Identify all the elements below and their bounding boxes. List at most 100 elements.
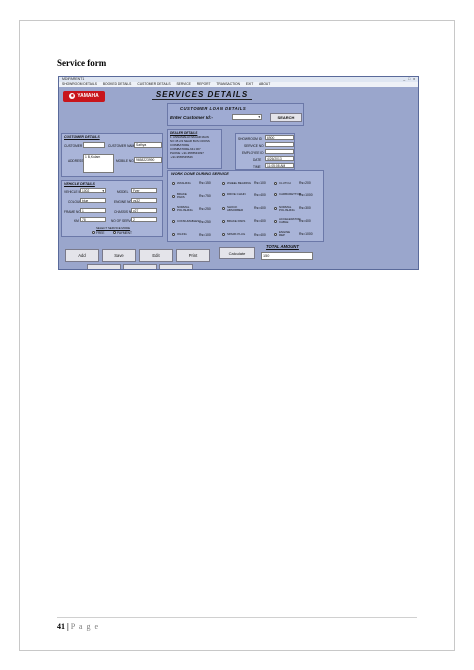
work-item-price: Rs=250 [199,207,211,211]
free-radio[interactable] [92,231,95,234]
vehicle-id-dropdown[interactable]: 1002 ▾ [80,188,106,193]
showroom-id-label: SHOWROOM ID [238,137,262,141]
work-item-price: Rs=100 [254,181,266,185]
work-item-checkbox[interactable] [222,233,225,236]
date-picker[interactable]: 4/26/2013 [265,156,294,161]
work-item-price: Rs=100 [199,233,211,237]
page-title: SERVICES DETAILS [152,90,252,100]
work-item-checkbox[interactable] [172,195,175,198]
menu-about[interactable]: ABOUT [259,82,270,86]
print-button[interactable]: Print [176,249,210,262]
window-title: MDIPARENT1 [62,77,85,81]
free-label: FREE [96,231,105,235]
work-item-checkbox[interactable] [274,207,277,210]
employee-id-field[interactable] [265,149,294,154]
tuning-fork-icon: ✱ [69,92,76,99]
calculate-button[interactable]: Calculate [219,247,255,259]
mobile-field[interactable]: 9658223990 [134,157,162,163]
time-field[interactable]: 11:05:08 AM [265,163,294,168]
work-item-label: SPARK PLUG [227,232,246,236]
edit-button[interactable]: Edit [139,249,173,262]
yamaha-logo: ✱ YAMAHA [63,91,105,102]
work-item-checkbox[interactable] [222,207,225,210]
model-label: MODEL [117,190,129,194]
page-label: P a g e [70,622,100,631]
menu-booked-details[interactable]: BOOKED DETAILS [103,82,132,86]
service-mode-title: SELECT SERVICE MODE [96,226,131,230]
menu-report[interactable]: REPORT [197,82,211,86]
work-item-checkbox[interactable] [274,193,277,196]
km-label: KM [74,219,79,223]
search-panel: CUSTOMER LOAN DETAILS Enter Customer Id:… [167,103,304,126]
time-label: TIME [253,165,261,169]
vehicle-details-title: VEHICLE DETAILS [64,182,95,186]
work-item-price: Rs=1000 [299,193,313,197]
customer-id-label: Enter Customer Id:- [170,115,213,120]
vehicle-details-panel: VEHICLE DETAILS VEHICLE ID 1002 ▾ MODEL F… [61,180,163,237]
work-item-checkbox[interactable] [172,233,175,236]
work-item-checkbox[interactable] [172,220,175,223]
work-item-checkbox[interactable] [274,182,277,185]
work-item-checkbox[interactable] [222,220,225,223]
payment-label: PAYMENT [117,231,132,235]
search-button[interactable]: SEARCH [270,113,302,122]
work-item-checkbox[interactable] [172,208,175,211]
payment-radio[interactable] [113,231,116,234]
menu-transaction[interactable]: TRANSACTION [216,82,240,86]
colour-field[interactable]: blue [80,198,106,203]
work-item-checkbox[interactable] [274,233,277,236]
work-item-label: NORMAL POLISHING [177,205,193,213]
add-button[interactable]: Add [65,249,99,262]
page-number-separator: | [67,622,69,631]
menu-exit[interactable]: EXIT [246,82,253,86]
model-field[interactable]: Fzer [131,188,157,193]
work-item-checkbox[interactable] [222,182,225,185]
customer-details-title: CUSTOMER DETAILS [64,135,100,139]
work-item-label: CARBURETTOR [279,192,301,196]
service-no-field[interactable] [265,142,294,147]
work-item-price: Rs=150 [199,181,211,185]
extra-button-2[interactable] [123,264,157,269]
showroom-id-field[interactable]: 6900 [265,135,294,140]
work-item-price: Rs=400 [254,219,266,223]
work-item-label: ACCELERATOR CABLE [279,217,301,225]
work-item-label: NORMAL POLISHING [279,205,295,213]
page-number-value: 41 [57,622,65,631]
menu-showroom-details[interactable]: SHOWROOM DETAILS [62,82,97,86]
menu-service[interactable]: SERVICE [176,82,190,86]
loan-header: CUSTOMER LOAN DETAILS [180,106,247,111]
customer-id-dropdown[interactable]: ▾ [232,114,262,120]
total-amount-label: TOTAL AMOUNT [266,244,299,249]
address-label: ADDRESS [68,159,84,163]
work-item-price: Rs=400 [254,193,266,197]
address-field[interactable]: 1 B,Kulam [83,154,114,173]
work-item-label: CONSUMABLES [177,219,200,223]
work-item-checkbox[interactable] [172,182,175,185]
work-item-price: Rs=750 [199,194,211,198]
customer-id-field[interactable] [83,142,105,148]
work-item-price: Rs=400 [299,219,311,223]
date-label: DATE [253,158,262,162]
document-heading: Service form [57,58,107,68]
work-item-label: CLUTCH [279,181,291,185]
service-count-field[interactable]: 2 [131,217,157,222]
extra-button-3[interactable] [159,264,193,269]
work-item-checkbox[interactable] [222,193,225,196]
work-item-label: DRIVE CHAIN [227,192,246,196]
total-amount-field[interactable]: 150 [261,252,313,260]
engine-no-field[interactable]: ys32 [131,198,157,203]
work-item-price: Rs=1000 [299,232,313,236]
logo-text: YAMAHA [77,93,99,99]
menu-customer-details[interactable]: CUSTOMER DETAILS [137,82,170,86]
work-item-checkbox[interactable] [274,220,277,223]
extra-button-1[interactable] [87,264,121,269]
km-field[interactable]: 78 [80,217,106,222]
work-done-title: WORK DONE DURING SERVICE [171,172,229,176]
save-button[interactable]: Save [102,249,136,262]
menu-bar: SHOWROOM DETAILS BOOKED DETAILS CUSTOMER… [59,82,418,87]
chassis-no-field[interactable]: y27 [131,208,157,213]
page-number: 41 | P a g e [57,622,99,631]
customer-name-field[interactable]: Sathya [134,142,162,148]
work-item-price: Rs=400 [254,233,266,237]
frame-no-field[interactable]: 1 [80,208,106,213]
